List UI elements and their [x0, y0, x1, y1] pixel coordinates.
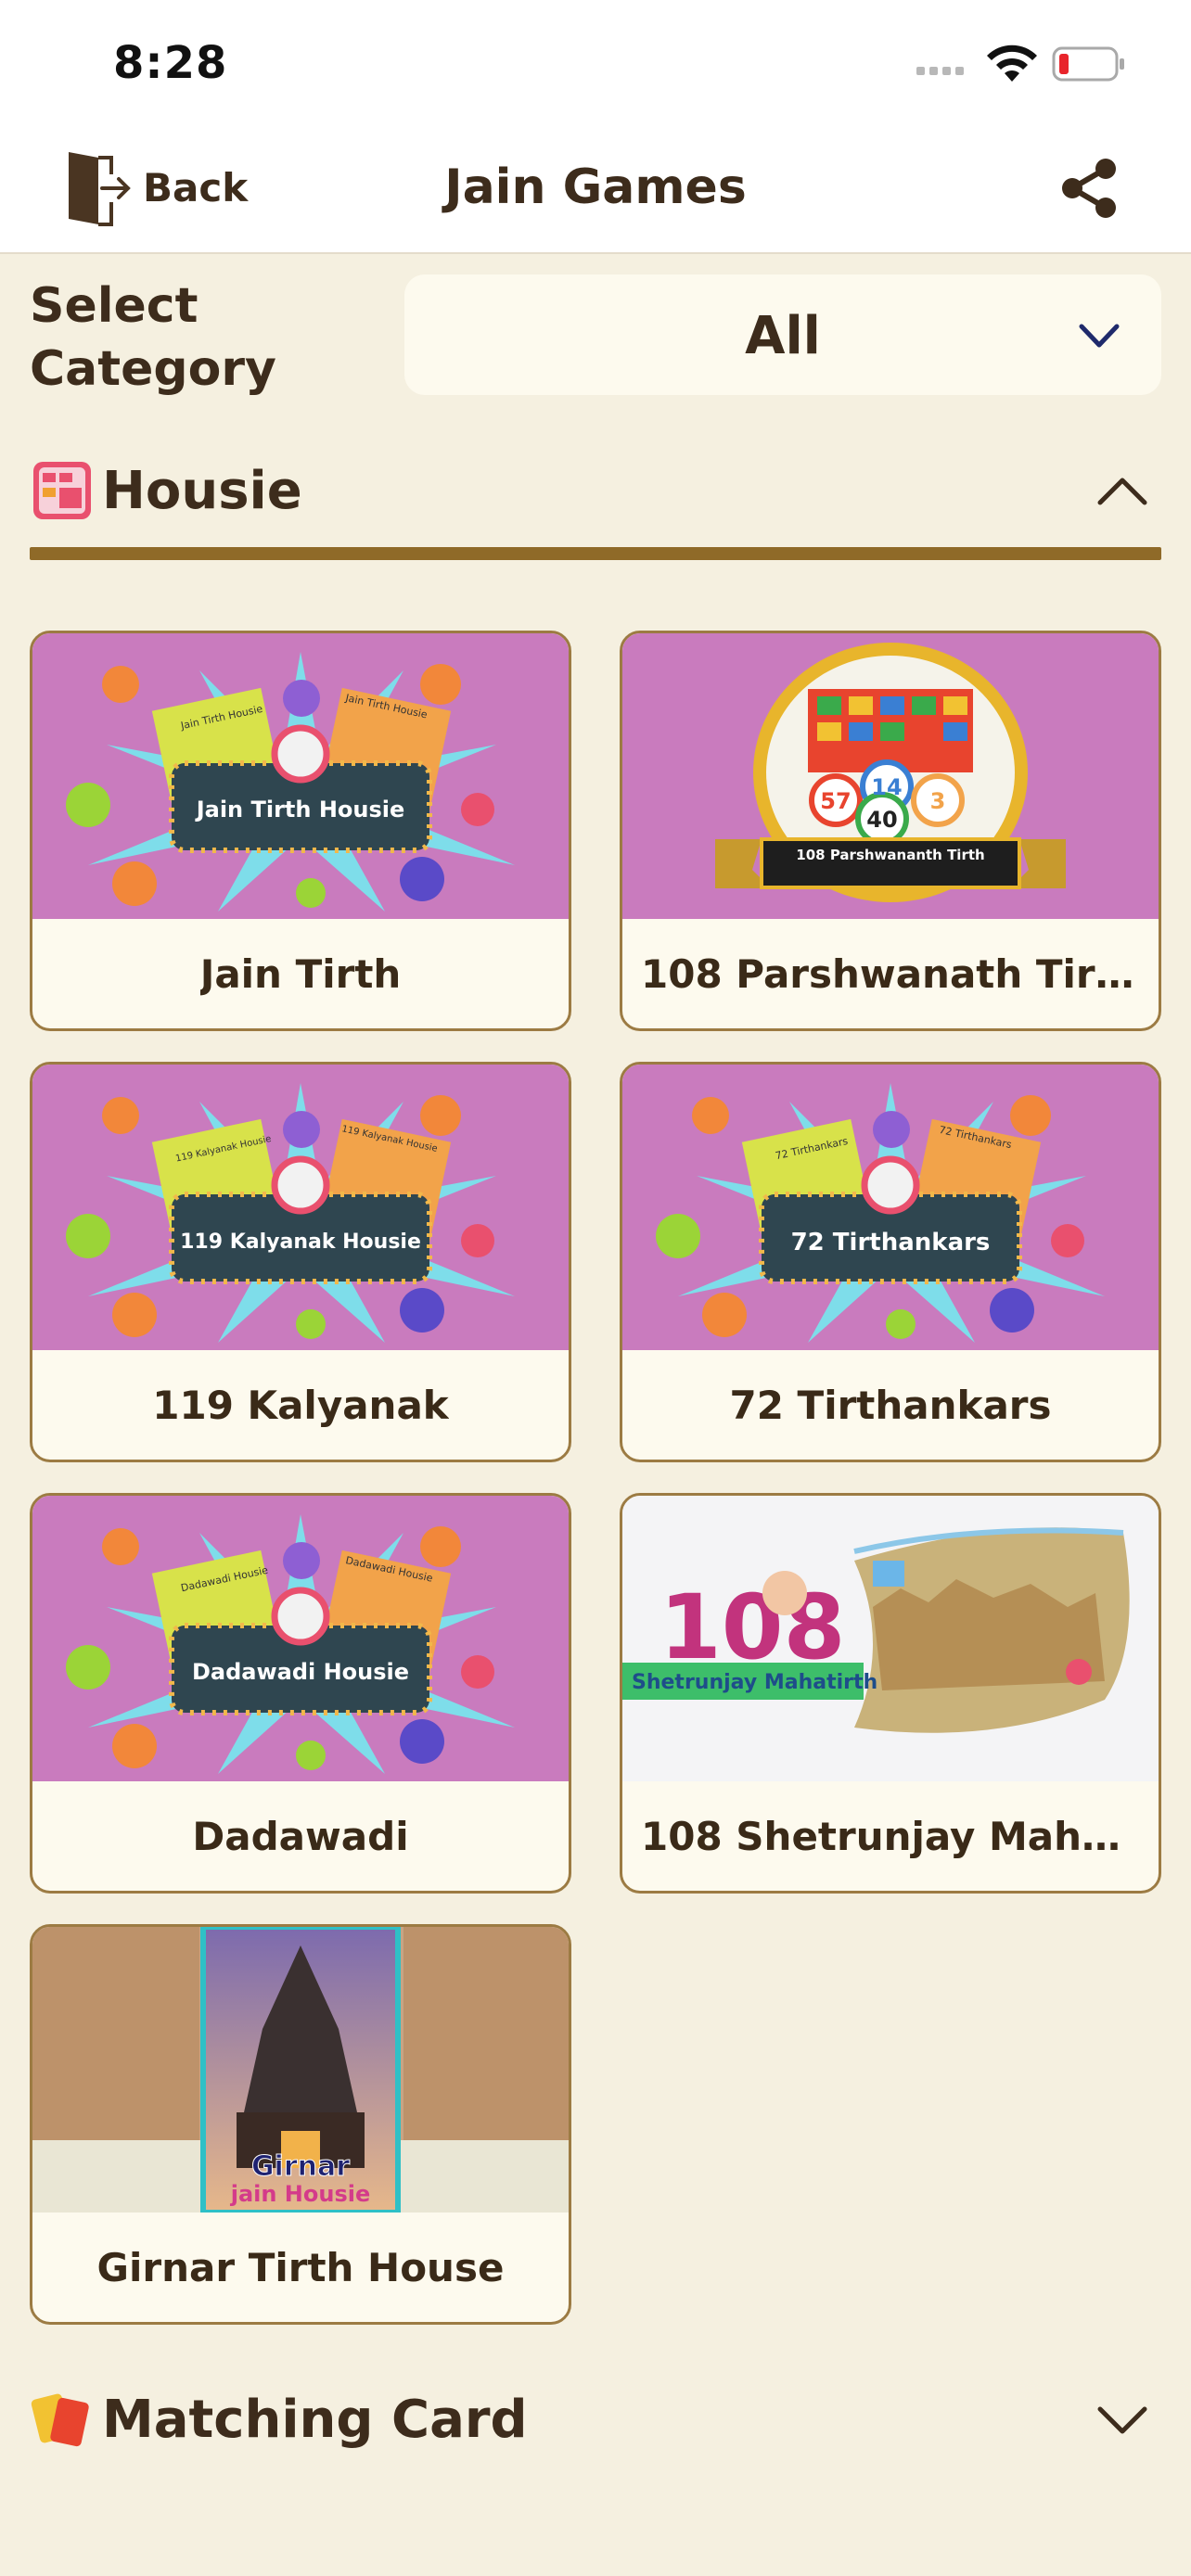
category-selected-value: All — [745, 306, 821, 366]
section-matching-card-header[interactable]: Matching Card — [30, 2378, 1161, 2461]
category-label: Select Category — [30, 278, 276, 397]
game-thumbnail-girnar: Girnar jain Housie — [32, 1927, 569, 2213]
top-bar: 8:28 Back Jain Games — [0, 0, 1191, 254]
game-thumbnail-108-shetrunjay: 108 Shetrunjay Mahatirth — [622, 1496, 1159, 1781]
ball-number: 14 — [871, 774, 902, 800]
section-matching-card-title: Matching Card — [102, 2389, 528, 2450]
game-card-label: 119 Kalyanak — [152, 1382, 449, 1428]
status-time: 8:28 — [113, 37, 228, 89]
back-button[interactable]: Back — [65, 147, 248, 228]
ball-number: 57 — [820, 788, 851, 814]
wifi-icon — [987, 45, 1037, 82]
game-thumbnail-108-parshwanath: 57 14 40 3 108 Parshwananth Tirth — [622, 633, 1159, 919]
game-card-jain-tirth[interactable]: Jain Tirth Housie Jain Tirth Housie Jain… — [30, 631, 571, 1031]
game-card-119-kalyanak[interactable]: 119 Kalyanak Housie 119 Kalyanak Housie … — [30, 1062, 571, 1462]
cellular-signal-icon — [916, 67, 964, 75]
game-card-72-tirthankars[interactable]: 72 Tirthankars 72 Tirthankars 72 Tirthan… — [620, 1062, 1161, 1462]
thumbnail-banner-text: Jain Tirth Housie — [195, 797, 405, 823]
chevron-down-icon — [1097, 2406, 1147, 2434]
game-card-108-shetrunjay[interactable]: 108 Shetrunjay Mahatirth 108 Shetrunjay … — [620, 1493, 1161, 1894]
game-card-108-parshwanath-tirth[interactable]: 57 14 40 3 108 Parshwananth Tirth 108 Pa… — [620, 631, 1161, 1031]
game-card-label: 108 Parshwanath Tirth — [641, 950, 1140, 997]
battery-icon — [1052, 46, 1124, 82]
section-housie-header[interactable]: Housie — [30, 449, 1161, 532]
ball-number: 3 — [930, 788, 946, 814]
game-card-label: Jain Tirth — [199, 950, 402, 997]
section-divider — [30, 547, 1161, 560]
share-icon[interactable] — [1057, 156, 1122, 221]
game-card-label: 72 Tirthankars — [729, 1382, 1052, 1428]
game-thumbnail-119-kalyanak: 119 Kalyanak Housie 119 Kalyanak Housie … — [32, 1065, 569, 1350]
game-card-girnar-tirth-housie[interactable]: Girnar jain Housie Girnar Tirth House — [30, 1924, 571, 2325]
game-thumbnail-72-tirthankars: 72 Tirthankars 72 Tirthankars 72 Tirthan… — [622, 1065, 1159, 1350]
thumbnail-title-line1: Girnar — [251, 2150, 350, 2183]
game-card-label: Girnar Tirth House — [96, 2244, 505, 2290]
thumbnail-banner-text: 108 Parshwananth Tirth — [796, 847, 984, 863]
housie-section-icon — [33, 462, 91, 519]
thumbnail-banner-text: 119 Kalyanak Housie — [180, 1231, 421, 1254]
thumbnail-banner-text: Shetrunjay Mahatirth — [632, 1671, 877, 1694]
thumbnail-banner-text: Dadawadi Housie — [192, 1659, 409, 1685]
game-card-label: 108 Shetrunjay Mahati... — [641, 1813, 1140, 1859]
thumbnail-title-line2: jain Housie — [230, 2181, 371, 2207]
chevron-up-icon — [1097, 478, 1147, 505]
game-card-dadawadi[interactable]: Dadawadi Housie Dadawadi Housie Dadawadi… — [30, 1493, 571, 1894]
thumbnail-banner-text: 72 Tirthankars — [791, 1229, 991, 1256]
game-thumbnail-dadawadi: Dadawadi Housie Dadawadi Housie Dadawadi… — [32, 1496, 569, 1781]
category-dropdown[interactable]: All — [404, 274, 1161, 395]
back-label: Back — [143, 164, 249, 210]
ball-number: 40 — [866, 807, 897, 833]
exit-door-icon — [69, 152, 131, 226]
game-card-label: Dadawadi — [192, 1813, 409, 1859]
section-housie-title: Housie — [102, 460, 302, 521]
cards-icon — [31, 2393, 89, 2447]
chevron-down-icon — [1079, 324, 1120, 348]
game-thumbnail-jain-tirth: Jain Tirth Housie Jain Tirth Housie Jain… — [32, 633, 569, 919]
